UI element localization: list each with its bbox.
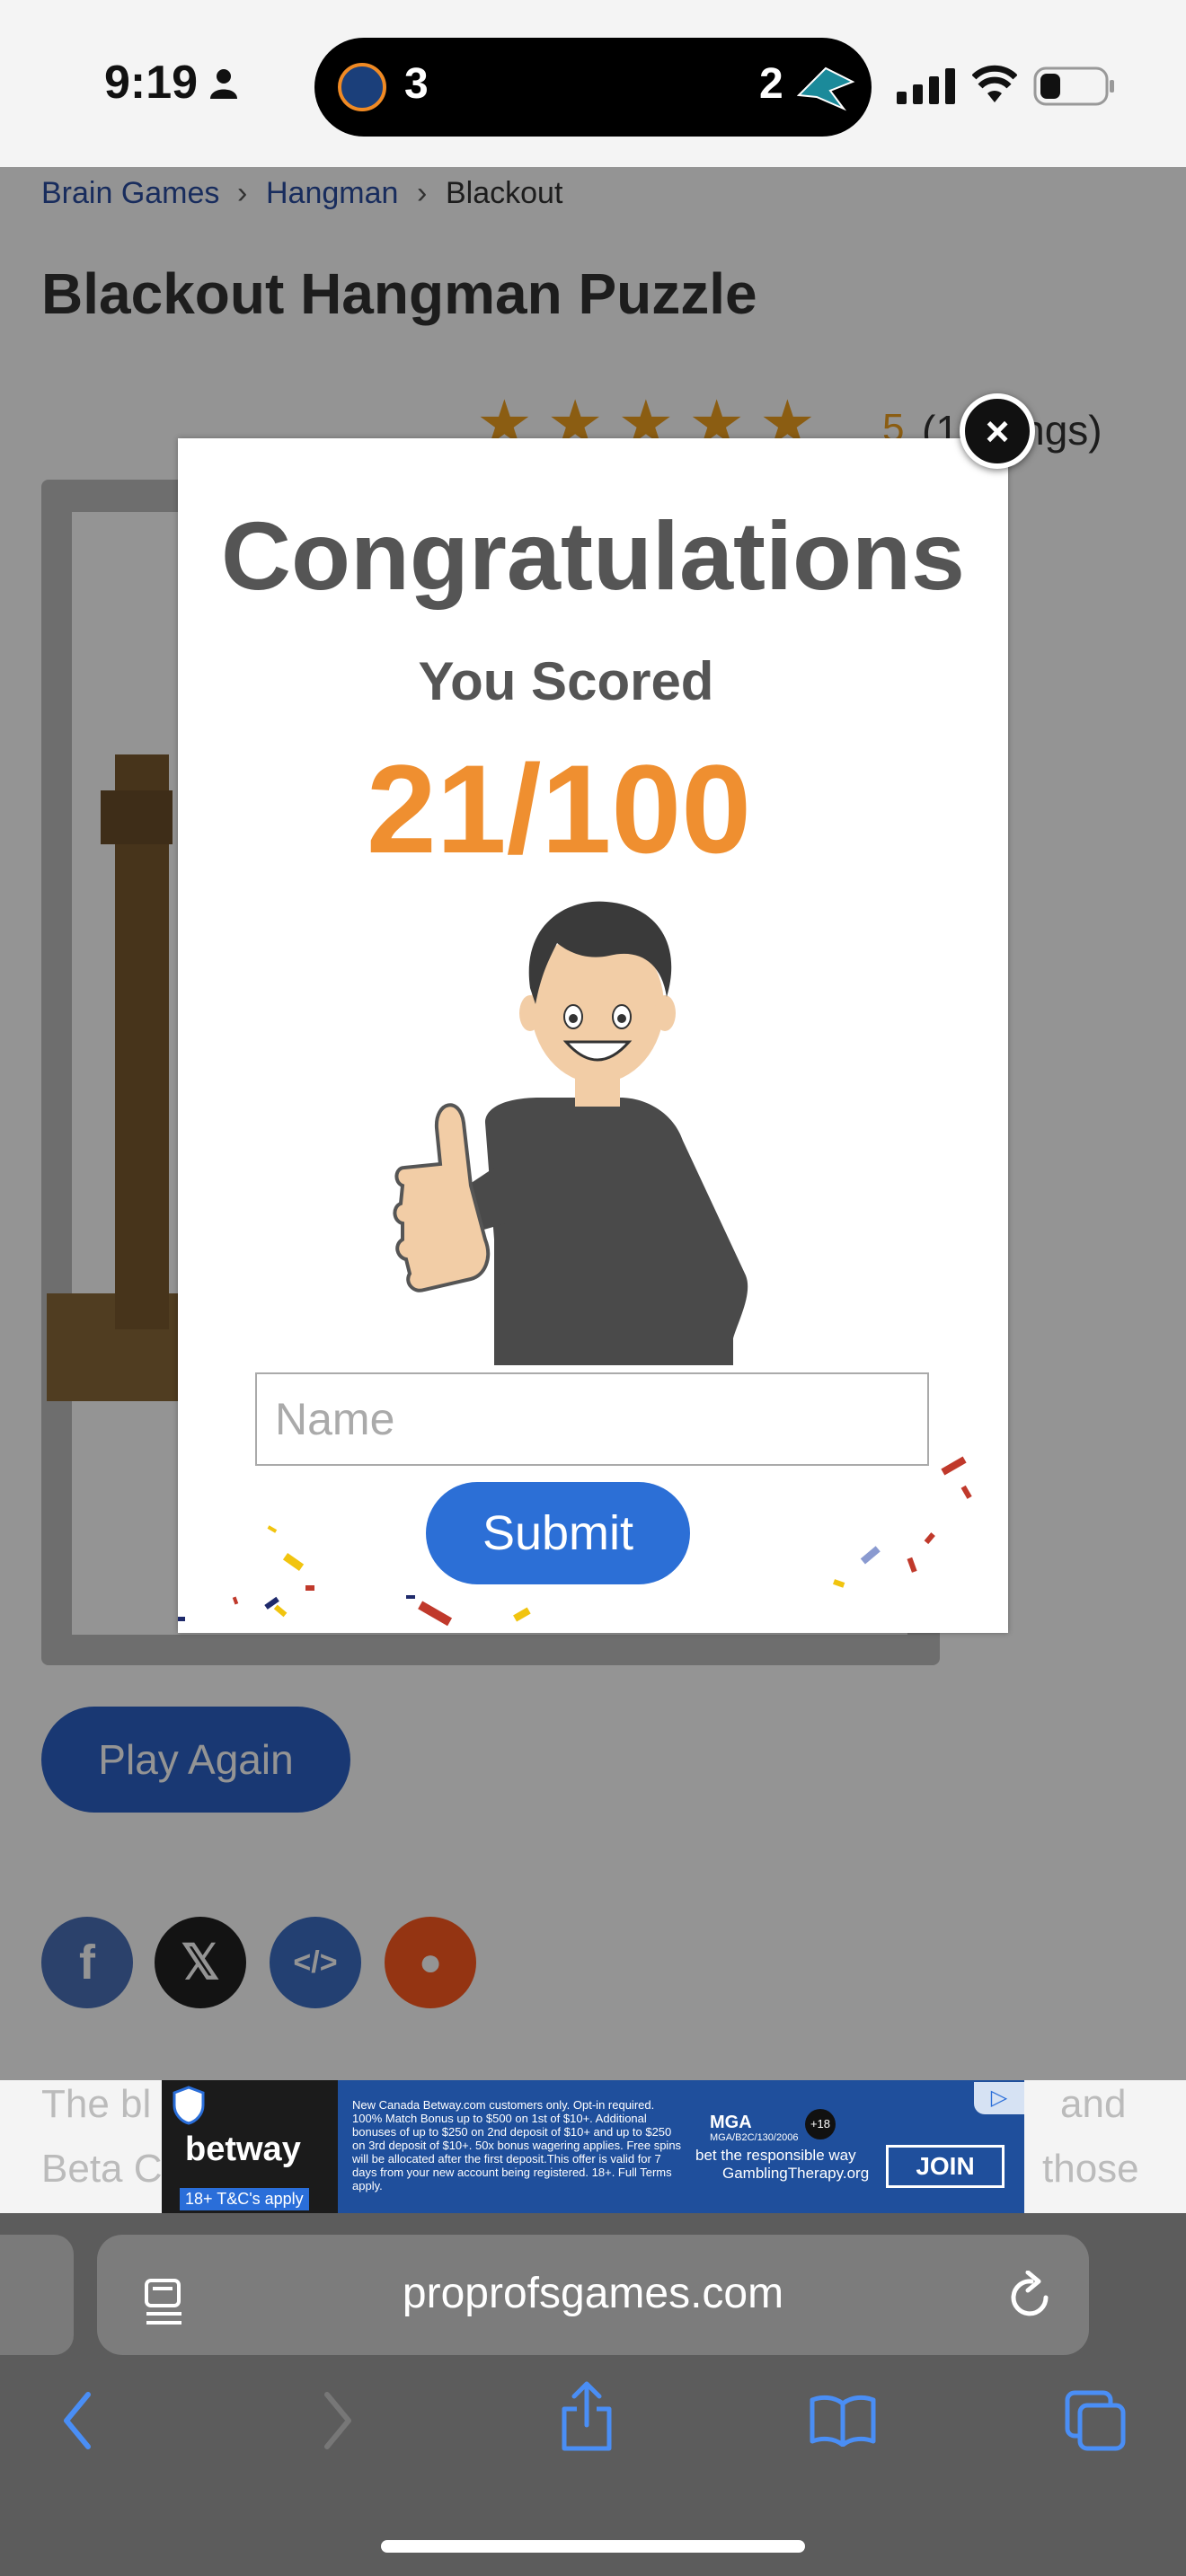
dynamic-island [314,38,872,137]
close-modal-button[interactable]: × [960,393,1035,469]
sharks-logo-icon [796,66,855,111]
ad-age-badge: +18 [805,2109,836,2139]
description-text-line1: The bl [41,2082,152,2126]
modal-heading: Congratulations [221,501,965,610]
score-value: 21/100 [366,738,752,879]
signal-icon [897,68,955,104]
shield-icon [173,2086,205,2125]
oilers-logo-icon [338,63,386,111]
adchoices-icon[interactable]: ▷ [974,2082,1024,2114]
ad-join-button[interactable]: JOIN [886,2145,1005,2188]
forward-icon[interactable] [320,2389,356,2452]
back-icon[interactable] [59,2389,95,2452]
status-time: 9:19 [104,57,199,109]
ad-mga-label: MGA [710,2113,752,2132]
person-icon [210,69,237,99]
wifi-icon [972,65,1017,102]
description-text-line2: Beta C [41,2147,163,2191]
name-input[interactable] [255,1372,929,1466]
ad-responsible-text: bet the responsible way [695,2147,856,2164]
ad-gambling-therapy: GamblingTherapy.org [722,2165,870,2182]
ad-mga-license: MGA/B2C/130/2006 [710,2132,799,2143]
description-text-line2-end: those [1042,2147,1139,2191]
url-text[interactable]: proprofsgames.com [97,2269,1089,2318]
home-indicator[interactable] [381,2540,805,2553]
left-team-score: 3 [404,60,429,108]
ad-terms: 18+ T&C's apply [180,2188,309,2210]
thumbs-up-character-illustration [393,901,748,1365]
description-text-line1-end: and [1060,2082,1127,2126]
ad-fine-print: New Canada Betway.com customers only. Op… [352,2098,682,2192]
tabs-icon[interactable] [1064,2389,1127,2452]
ad-brand: betway [185,2130,301,2168]
previous-tab-preview[interactable] [0,2235,74,2355]
battery-icon [1033,66,1114,106]
bookmarks-icon[interactable] [809,2393,877,2447]
submit-button[interactable]: Submit [426,1482,690,1584]
reload-icon[interactable] [1005,2271,1055,2325]
modal-subheading: You Scored [418,651,714,711]
right-team-score: 2 [759,60,783,108]
share-icon[interactable] [559,2380,615,2452]
